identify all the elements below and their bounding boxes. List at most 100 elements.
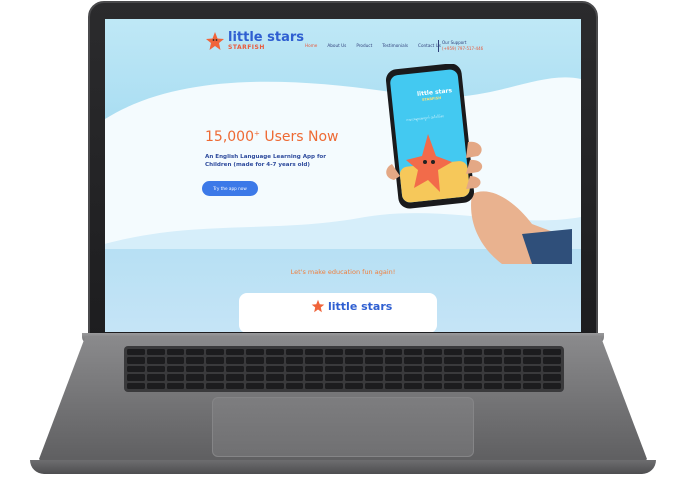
hero-title-suffix: Users Now	[259, 129, 339, 145]
keyboard-key	[543, 357, 561, 364]
keyboard-key	[503, 374, 522, 381]
keyboard-key	[345, 382, 363, 389]
keyboard-key	[285, 349, 304, 356]
card-logo-title: little stars	[328, 299, 393, 313]
keyboard-key	[127, 382, 145, 389]
keyboard-key	[245, 357, 264, 364]
keyboard-key	[206, 382, 225, 389]
keyboard-key	[384, 349, 403, 356]
keyboard-key	[444, 357, 462, 364]
keyboard-key	[483, 365, 502, 373]
keyboard-key	[424, 365, 443, 373]
keyboard-key	[305, 349, 324, 356]
keyboard-key	[186, 365, 205, 373]
keyboard-key	[444, 374, 462, 381]
card-logo: little stars	[311, 299, 392, 313]
keyboard-key	[503, 382, 522, 389]
keyboard-key	[206, 357, 225, 364]
keyboard-key	[404, 382, 423, 389]
hero-count: 15,000	[205, 129, 254, 145]
support-phone[interactable]: (+959) 797-517-446	[442, 46, 483, 52]
keyboard-key	[424, 382, 443, 389]
keyboard-key	[146, 349, 165, 356]
keyboard-key	[463, 349, 482, 356]
laptop-mockup: little stars STARFISH Home About Us Prod…	[0, 0, 689, 500]
keyboard-key	[384, 365, 403, 373]
keyboard-key	[543, 349, 561, 356]
support-contact: Our Support (+959) 797-517-446	[438, 40, 483, 52]
keyboard-key	[404, 349, 423, 356]
keyboard-key	[186, 382, 205, 389]
keyboard-key	[206, 374, 225, 381]
keyboard-key	[384, 374, 403, 381]
tagline: Let's make education fun again!	[290, 268, 396, 276]
keyboard-key	[226, 365, 244, 373]
top-navigation: little stars STARFISH Home About Us Prod…	[105, 19, 581, 63]
main-menu: Home About Us Product Testimonials Conta…	[305, 43, 441, 48]
laptop-keyboard	[124, 346, 564, 392]
laptop-trackpad	[212, 397, 474, 457]
keyboard-key	[285, 357, 304, 364]
keyboard-key	[404, 365, 423, 373]
keyboard-key	[265, 382, 284, 389]
keyboard-key	[503, 357, 522, 364]
keyboard-key	[146, 374, 165, 381]
nav-product[interactable]: Product	[356, 43, 372, 48]
keyboard-key	[166, 357, 185, 364]
keyboard-key	[146, 382, 165, 389]
keyboard-key	[305, 382, 324, 389]
starfish-icon	[311, 299, 325, 313]
keyboard-key	[265, 365, 284, 373]
keyboard-key	[364, 374, 383, 381]
keyboard-key	[226, 357, 244, 364]
keyboard-key	[364, 365, 383, 373]
keyboard-key	[424, 374, 443, 381]
keyboard-key	[285, 382, 304, 389]
nav-home[interactable]: Home	[305, 43, 317, 48]
keyboard-key	[345, 365, 363, 373]
keyboard-key	[245, 374, 264, 381]
keyboard-key	[325, 374, 343, 381]
keyboard-key	[186, 374, 205, 381]
keyboard-key	[127, 374, 145, 381]
keyboard-key	[166, 365, 185, 373]
keyboard-key	[483, 382, 502, 389]
keyboard-key	[364, 382, 383, 389]
keyboard-key	[226, 382, 244, 389]
keyboard-key	[483, 357, 502, 364]
keyboard-key	[523, 382, 542, 389]
site-logo[interactable]: little stars STARFISH	[205, 31, 304, 51]
keyboard-key	[166, 349, 185, 356]
hero-title: 15,000+ Users Now	[205, 129, 338, 145]
keyboard-key	[226, 374, 244, 381]
keyboard-key	[404, 374, 423, 381]
keyboard-key	[483, 349, 502, 356]
nav-about-us[interactable]: About Us	[327, 43, 346, 48]
laptop-base-front	[30, 460, 656, 474]
keyboard-key	[166, 374, 185, 381]
keyboard-key	[345, 349, 363, 356]
keyboard-key	[265, 374, 284, 381]
keyboard-key	[345, 357, 363, 364]
keyboard-key	[166, 382, 185, 389]
keyboard-key	[127, 365, 145, 373]
try-app-button[interactable]: Try the app now	[202, 181, 258, 196]
keyboard-key	[424, 349, 443, 356]
laptop-screen: little stars STARFISH Home About Us Prod…	[105, 19, 581, 332]
nav-testimonials[interactable]: Testimonials	[382, 43, 408, 48]
keyboard-key	[444, 382, 462, 389]
keyboard-key	[127, 349, 145, 356]
keyboard-key	[463, 374, 482, 381]
keyboard-key	[384, 382, 403, 389]
keyboard-key	[404, 357, 423, 364]
keyboard-key	[523, 374, 542, 381]
keyboard-key	[523, 349, 542, 356]
keyboard-key	[245, 365, 264, 373]
keyboard-key	[127, 357, 145, 364]
logo-title: little stars	[228, 29, 305, 45]
keyboard-key	[325, 365, 343, 373]
keyboard-key	[503, 349, 522, 356]
keyboard-key	[463, 382, 482, 389]
keyboard-key	[285, 374, 304, 381]
logo-subtitle: STARFISH	[228, 43, 265, 51]
